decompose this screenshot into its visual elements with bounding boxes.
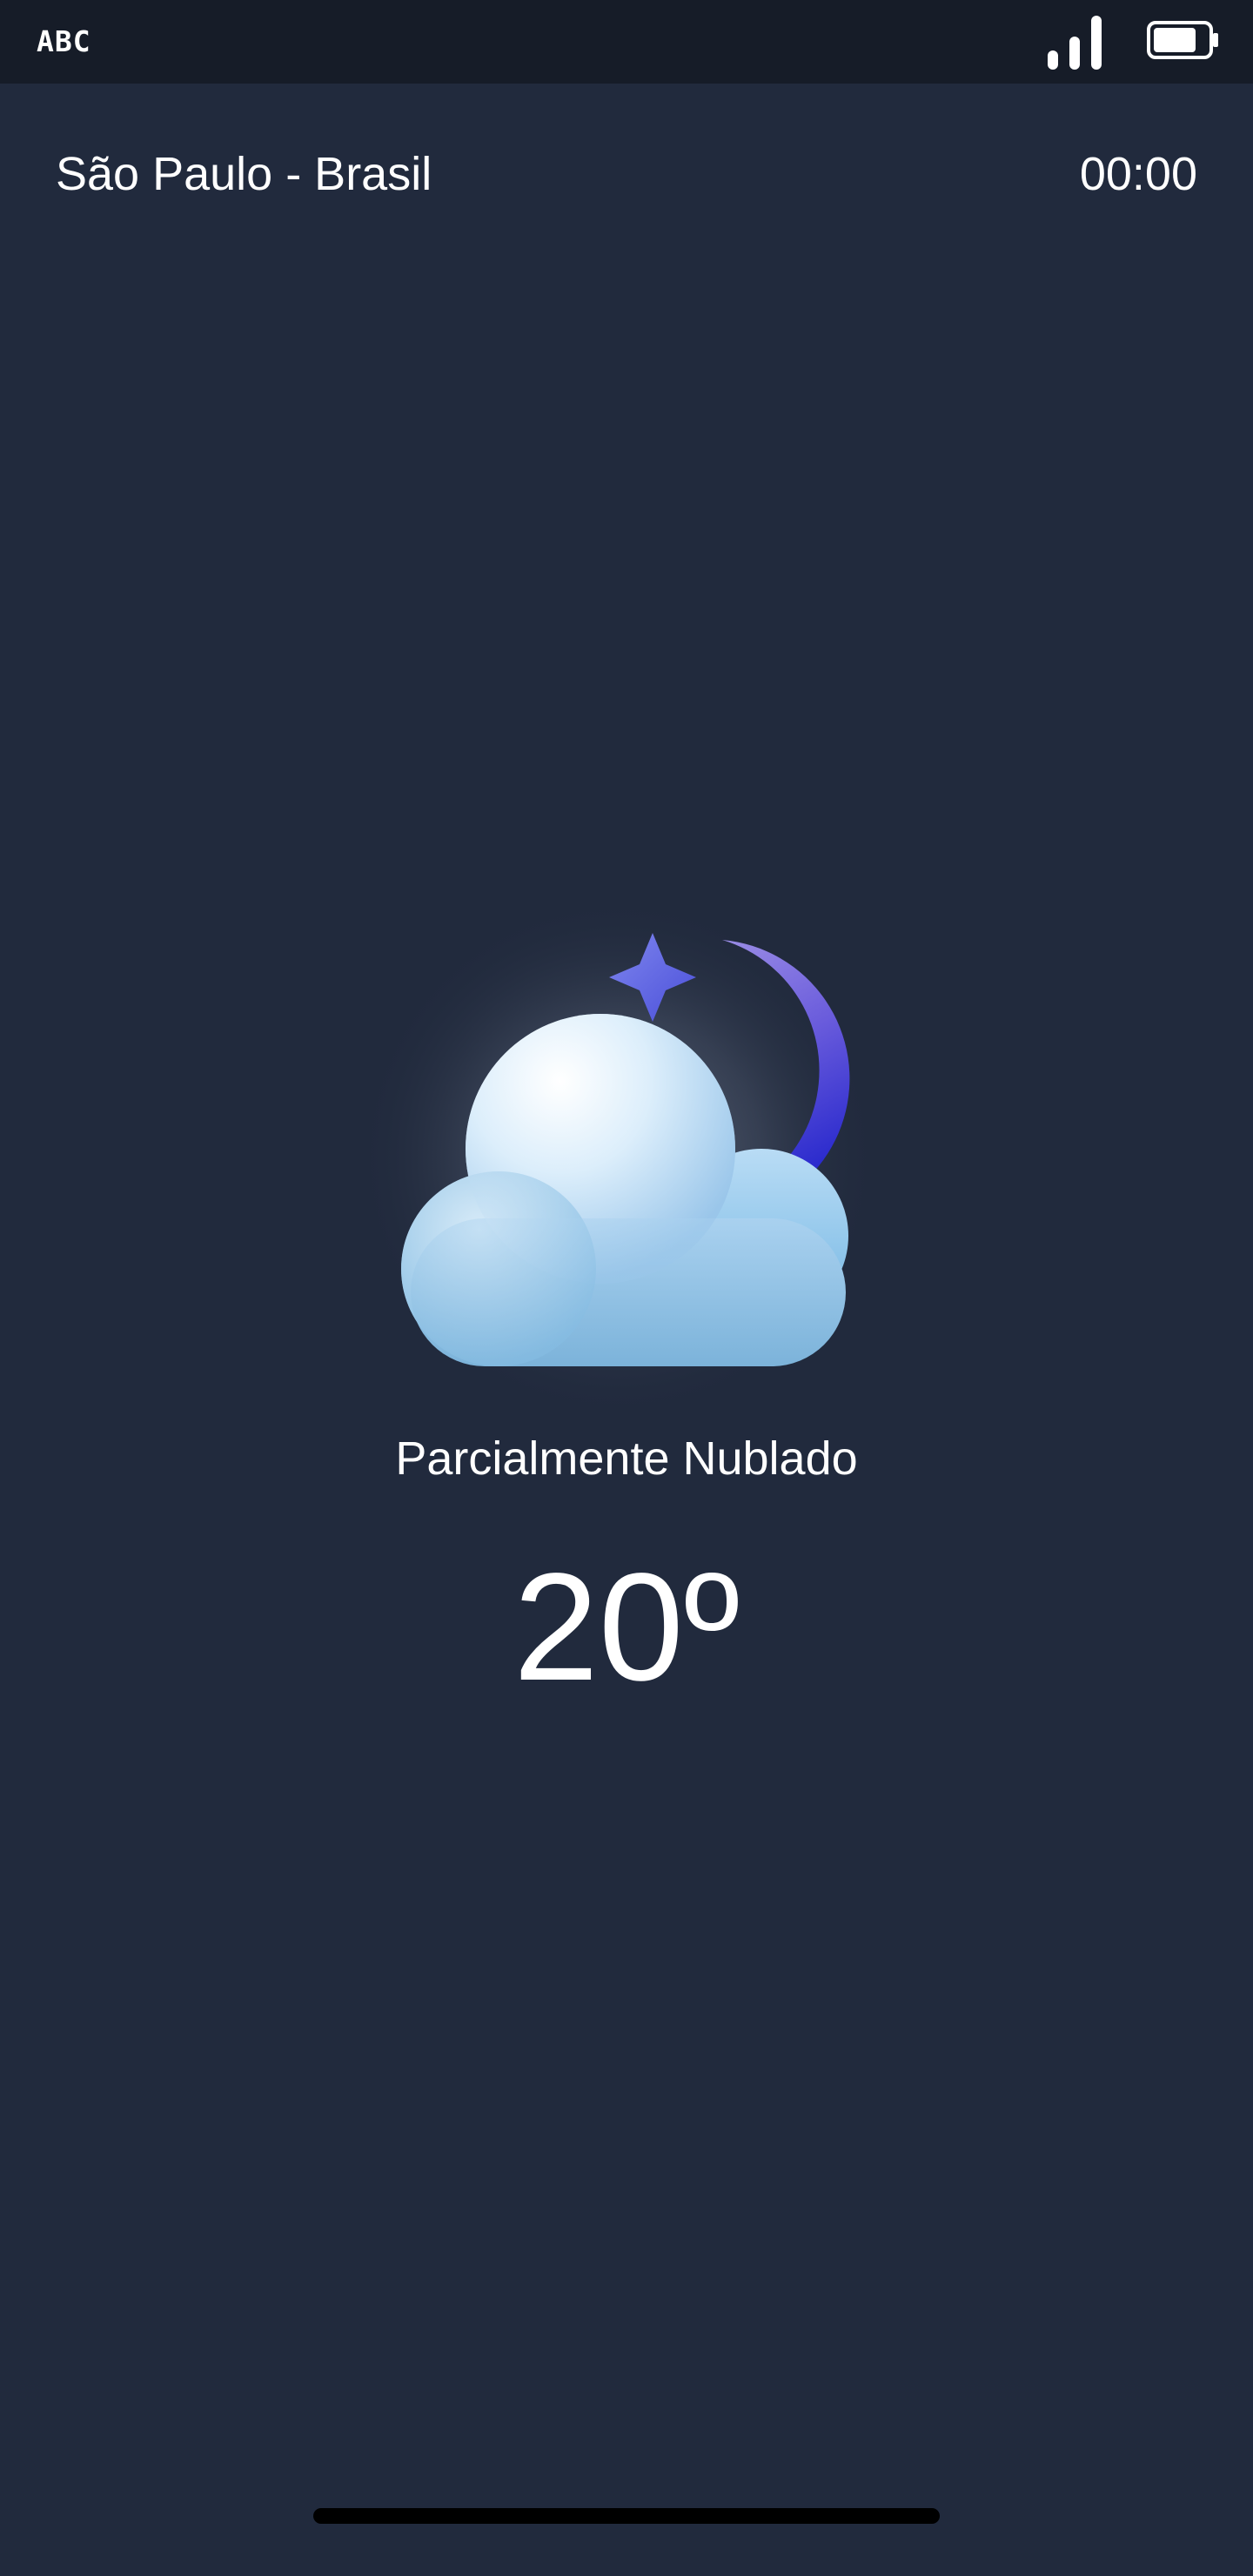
home-indicator[interactable] bbox=[313, 2508, 940, 2524]
signal-bars-icon bbox=[1048, 16, 1102, 70]
carrier-label: ABC bbox=[37, 24, 91, 58]
partly-cloudy-night-icon bbox=[357, 896, 879, 1419]
temperature-value: 20º bbox=[513, 1542, 740, 1713]
location-label: São Paulo - Brasil bbox=[56, 148, 432, 200]
weather-condition: Parcialmente Nublado bbox=[395, 1432, 858, 1485]
status-bar: ABC bbox=[0, 0, 1253, 84]
battery-icon bbox=[1147, 21, 1218, 59]
time-label: 00:00 bbox=[1079, 148, 1197, 200]
